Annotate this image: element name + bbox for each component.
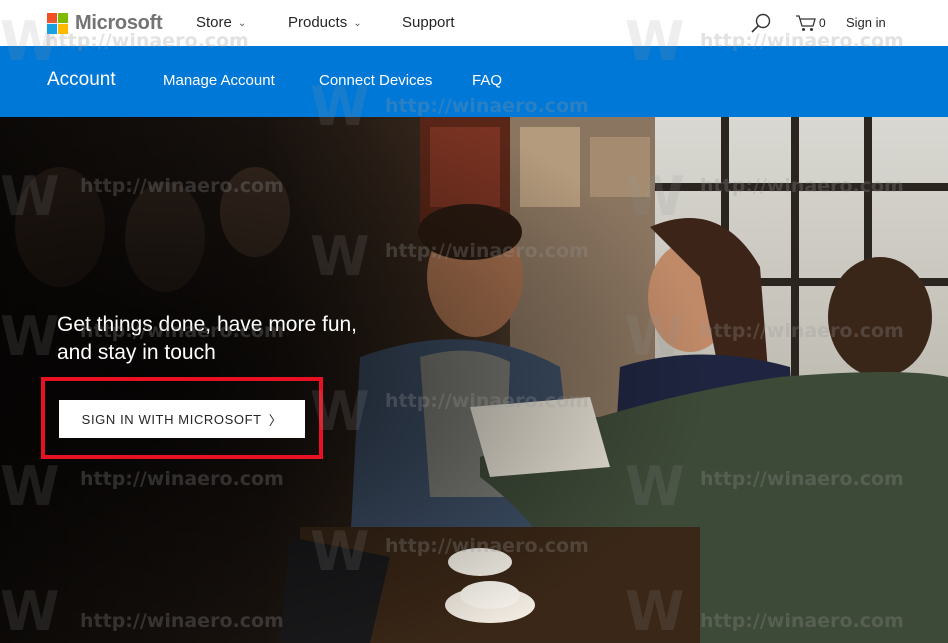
watermark-letter: W bbox=[0, 305, 60, 368]
chevron-right-icon: 〉 bbox=[268, 412, 283, 428]
watermark-text: http://winaero.com bbox=[80, 320, 284, 342]
watermark-text: http://winaero.com bbox=[385, 535, 589, 557]
hero-headline-line2: and stay in touch bbox=[57, 341, 216, 364]
nav-support[interactable]: Support bbox=[402, 14, 455, 31]
watermark-text: http://winaero.com bbox=[80, 468, 284, 490]
watermark-text: http://winaero.com bbox=[700, 468, 904, 490]
nav-store[interactable]: Store ⌄ bbox=[196, 14, 246, 31]
watermark-text: http://winaero.com bbox=[700, 320, 904, 342]
chevron-down-icon: ⌄ bbox=[353, 18, 362, 29]
nav-store-label: Store bbox=[196, 14, 232, 31]
watermark-letter: W bbox=[0, 455, 60, 518]
chevron-down-icon: ⌄ bbox=[237, 18, 247, 29]
watermark-letter: W bbox=[310, 520, 370, 583]
watermark-text: http://winaero.com bbox=[385, 390, 589, 412]
nav-products[interactable]: Products ⌄ bbox=[288, 14, 362, 31]
watermark-letter: W bbox=[625, 10, 685, 73]
watermark-text: http://winaero.com bbox=[80, 610, 284, 632]
sign-in-button-label: SIGN IN WITH MICROSOFT bbox=[81, 411, 262, 427]
watermark-text: http://winaero.com bbox=[80, 175, 284, 197]
nav-products-label: Products bbox=[288, 14, 348, 31]
watermark-letter: W bbox=[310, 75, 370, 138]
watermark-letter: W bbox=[310, 380, 370, 443]
watermark-letter: W bbox=[625, 455, 685, 518]
manage-account-link[interactable]: Manage Account bbox=[163, 72, 275, 89]
faq-link[interactable]: FAQ bbox=[472, 72, 502, 89]
watermark-letter: W bbox=[0, 580, 60, 643]
watermark-text: http://winaero.com bbox=[700, 30, 904, 52]
sign-in-link[interactable]: Sign in bbox=[846, 15, 886, 30]
watermark-text: http://winaero.com bbox=[45, 30, 249, 52]
watermark-letter: W bbox=[310, 225, 370, 288]
watermark-text: http://winaero.com bbox=[700, 175, 904, 197]
watermark-text: http://winaero.com bbox=[385, 95, 589, 117]
watermark-letter: W bbox=[625, 165, 685, 228]
sign-in-with-microsoft-button[interactable]: SIGN IN WITH MICROSOFT 〉 bbox=[59, 400, 305, 438]
watermark-text: http://winaero.com bbox=[385, 240, 589, 262]
watermark-letter: W bbox=[0, 165, 60, 228]
watermark-letter: W bbox=[625, 305, 685, 368]
cart-count: 0 bbox=[819, 16, 826, 30]
watermark-letter: W bbox=[625, 580, 685, 643]
watermark-text: http://winaero.com bbox=[700, 610, 904, 632]
nav-support-label: Support bbox=[402, 14, 455, 31]
